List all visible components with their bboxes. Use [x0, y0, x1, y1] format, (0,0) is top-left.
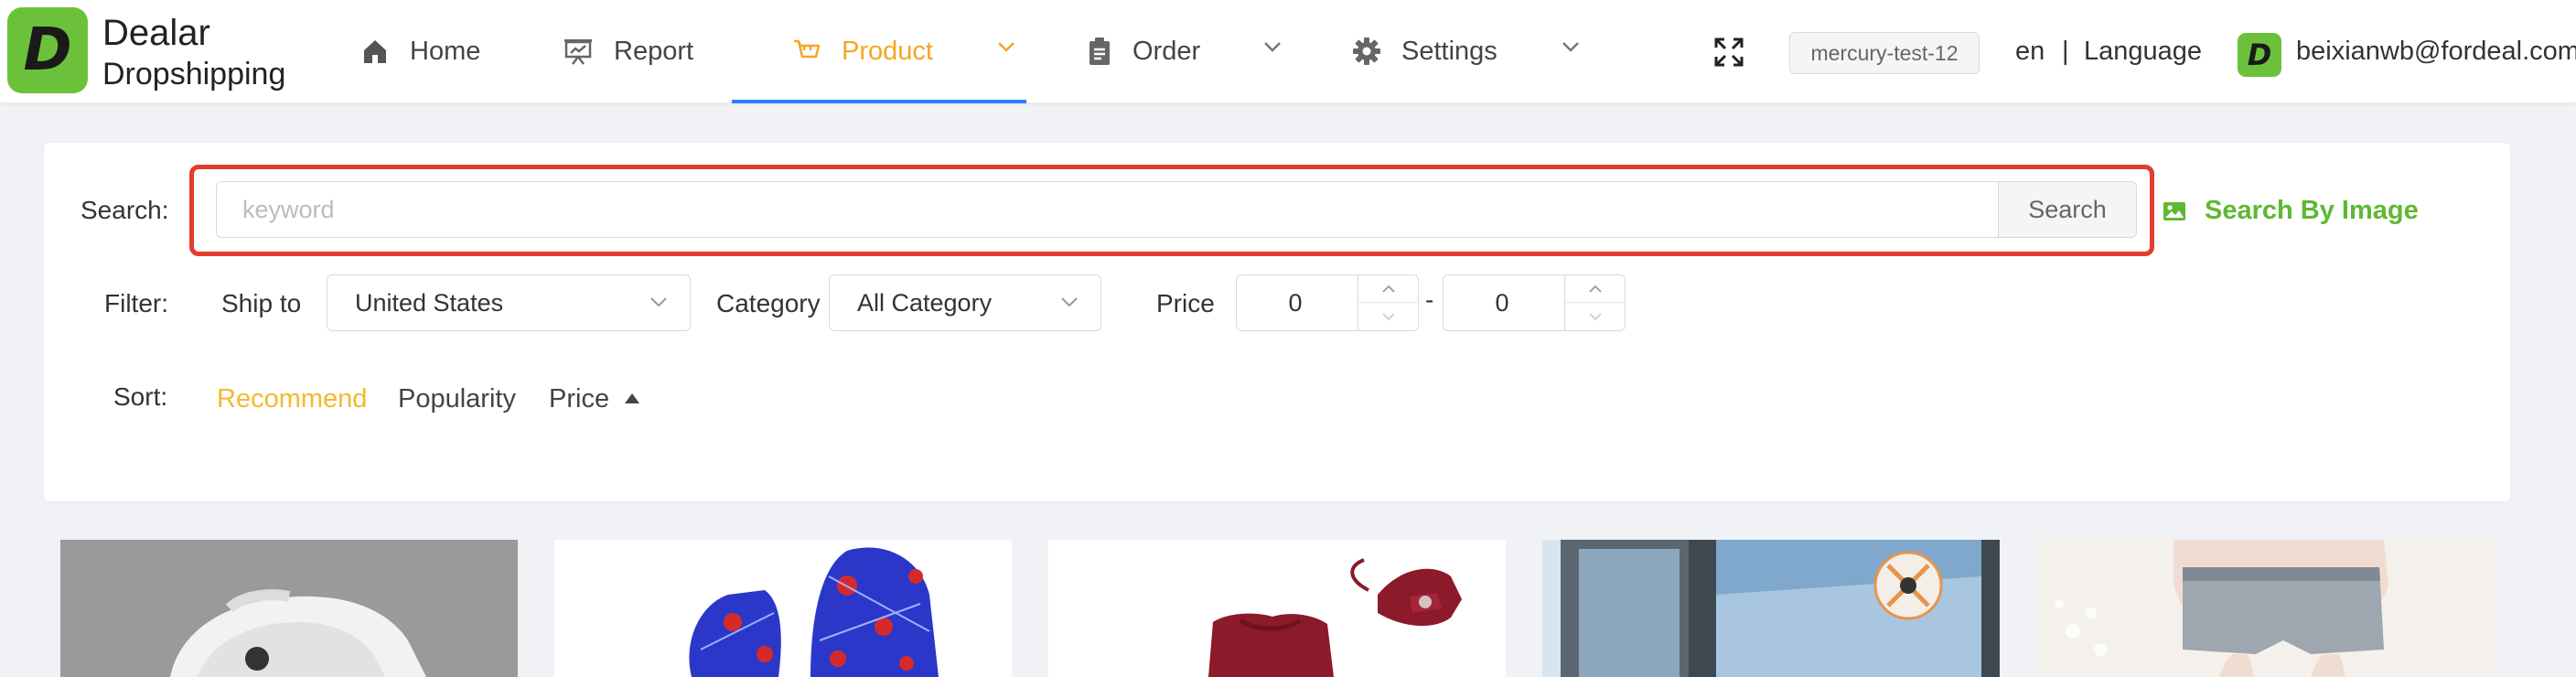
image-icon	[2163, 201, 2185, 220]
product-card[interactable]	[2036, 540, 2494, 677]
sort-popularity[interactable]: Popularity	[398, 384, 516, 414]
category-select[interactable]: All Category	[829, 274, 1101, 331]
report-icon	[564, 39, 592, 65]
category-label: Category	[716, 289, 821, 317]
sort-recommend[interactable]: Recommend	[217, 384, 367, 414]
product-card[interactable]	[554, 540, 1012, 677]
price-min-stepper	[1358, 275, 1419, 330]
search-label: Search:	[80, 196, 169, 224]
ship-to-select[interactable]: United States	[327, 274, 691, 331]
price-range-separator: -	[1425, 285, 1434, 314]
ship-to-value: United States	[355, 288, 504, 317]
nav-label-report: Report	[614, 36, 694, 66]
chevron-down-icon[interactable]	[1263, 40, 1282, 53]
chevron-down-icon	[1589, 313, 1602, 321]
price-label: Price	[1156, 289, 1215, 317]
price-max-input[interactable]: 0	[1443, 274, 1626, 331]
product-card[interactable]	[1542, 540, 2000, 677]
search-button[interactable]: Search	[1998, 181, 2137, 238]
category-value: All Category	[857, 288, 993, 317]
search-input[interactable]	[216, 181, 1998, 238]
avatar-letter: D	[2247, 38, 2272, 72]
decrement-button[interactable]	[1358, 303, 1419, 330]
increment-button[interactable]	[1358, 275, 1419, 303]
chevron-down-icon[interactable]	[1562, 40, 1580, 53]
cart-icon	[794, 39, 821, 59]
chevron-down-icon[interactable]	[997, 40, 1015, 53]
sort-price[interactable]: Price	[549, 384, 609, 414]
language-code[interactable]: en	[2015, 37, 2045, 67]
decrement-button[interactable]	[1565, 303, 1626, 330]
sort-ascending-icon[interactable]	[625, 393, 639, 403]
increment-button[interactable]	[1565, 275, 1626, 303]
price-max-stepper	[1564, 275, 1626, 330]
product-card[interactable]	[1048, 540, 1506, 677]
filter-label: Filter:	[104, 289, 168, 317]
product-image	[60, 540, 518, 677]
nav-item-home[interactable]: Home	[360, 0, 480, 102]
product-image	[1542, 540, 2000, 677]
nav-item-order[interactable]: Order	[1087, 0, 1200, 102]
product-image	[554, 540, 1012, 677]
product-image	[2036, 540, 2494, 677]
language-selector[interactable]: Language	[2084, 37, 2202, 67]
search-by-image-label: Search By Image	[2205, 196, 2419, 225]
chevron-up-icon	[1589, 285, 1602, 293]
language-separator: |	[2062, 37, 2069, 66]
nav-label-settings: Settings	[1401, 36, 1497, 66]
nav-label-order: Order	[1132, 36, 1201, 66]
ship-to-label: Ship to	[221, 289, 302, 317]
user-email[interactable]: beixianwb@fordeal.com	[2296, 37, 2576, 67]
search-by-image-button[interactable]: Search By Image	[2163, 196, 2419, 226]
gear-icon	[1353, 38, 1380, 65]
nav-item-report[interactable]: Report	[563, 0, 693, 102]
sort-label: Sort:	[113, 382, 168, 411]
brand-name: Dealar	[102, 13, 210, 53]
nav-item-settings[interactable]: Settings	[1352, 0, 1497, 102]
logo-letter: D	[23, 16, 72, 84]
nav-label-product: Product	[842, 36, 933, 66]
price-min-value: 0	[1288, 288, 1303, 317]
price-min-input[interactable]: 0	[1236, 274, 1419, 331]
fullscreen-icon[interactable]	[1713, 37, 1744, 68]
home-icon	[364, 40, 386, 63]
nav-item-product[interactable]: Product	[792, 0, 933, 102]
chevron-down-icon	[1382, 313, 1395, 321]
chevron-down-icon	[650, 297, 667, 307]
avatar[interactable]: D	[2238, 33, 2281, 77]
active-tab-indicator	[732, 100, 1026, 103]
product-card[interactable]	[60, 540, 518, 677]
environment-badge: mercury-test-12	[1789, 32, 1980, 74]
price-max-value: 0	[1495, 288, 1509, 317]
clipboard-icon	[1089, 38, 1110, 65]
chevron-down-icon	[1061, 297, 1078, 307]
top-navbar: D Dealar Dropshipping Home Report Produc…	[0, 0, 2576, 103]
brand-subtitle: Dropshipping	[102, 57, 286, 91]
brand-logo[interactable]: D	[7, 7, 88, 93]
chevron-up-icon	[1382, 285, 1395, 293]
product-image	[1048, 540, 1506, 677]
nav-label-home: Home	[410, 36, 481, 66]
